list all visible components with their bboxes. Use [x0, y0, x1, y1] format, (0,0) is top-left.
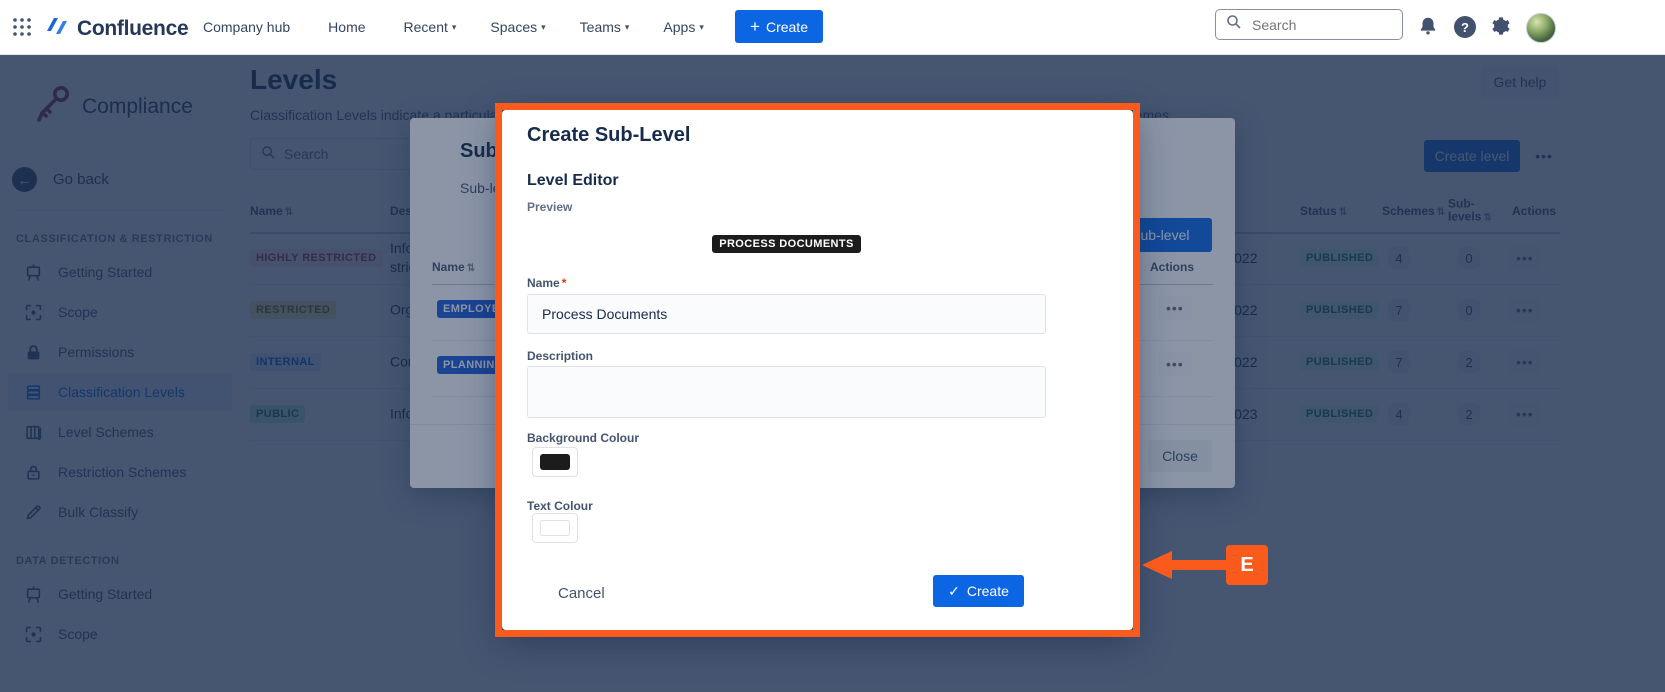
- chevron-down-icon: ▾: [541, 22, 546, 33]
- confluence-logo-text: Confluence: [77, 17, 188, 41]
- annotation-label: E: [1226, 545, 1268, 585]
- text-colour-value: [540, 520, 570, 536]
- nav-item-apps[interactable]: Apps▾: [663, 19, 703, 35]
- preview-badge: PROCESS DOCUMENTS: [712, 235, 861, 253]
- modal-title: Create Sub-Level: [527, 124, 690, 147]
- text-colour-swatch[interactable]: [532, 513, 578, 543]
- annotation-arrow-shaft: [1168, 560, 1228, 570]
- check-icon: ✓: [948, 583, 960, 600]
- settings-gear-icon[interactable]: [1490, 15, 1512, 42]
- global-search[interactable]: [1215, 9, 1403, 40]
- cancel-button[interactable]: Cancel: [550, 577, 613, 609]
- chevron-down-icon: ▾: [699, 22, 704, 33]
- nav-item-home[interactable]: Home: [328, 19, 369, 35]
- global-search-input[interactable]: [1250, 16, 1374, 34]
- nav-item-spaces[interactable]: Spaces▾: [490, 19, 545, 35]
- chevron-down-icon: ▾: [625, 22, 630, 33]
- nav-item-recent[interactable]: Recent▾: [404, 19, 457, 35]
- create-button[interactable]: + Create: [735, 10, 823, 43]
- top-nav: Confluence Company hub Home Recent▾ Spac…: [0, 0, 1665, 55]
- description-label: Description: [527, 349, 593, 363]
- plus-icon: +: [750, 17, 760, 37]
- name-input[interactable]: [527, 294, 1046, 334]
- app-switcher-icon[interactable]: [12, 17, 32, 42]
- confluence-logo-icon: [44, 13, 70, 44]
- background-colour-value: [540, 454, 570, 470]
- preview-area: PROCESS DOCUMENTS: [527, 222, 1046, 266]
- preview-label: Preview: [527, 200, 572, 214]
- background-colour-swatch[interactable]: [532, 447, 578, 477]
- chevron-down-icon: ▾: [452, 22, 457, 33]
- name-label: Name*: [527, 276, 566, 290]
- help-icon[interactable]: ?: [1454, 16, 1476, 38]
- level-editor-heading: Level Editor: [527, 172, 619, 190]
- create-sublevel-modal: Create Sub-Level Level Editor Preview PR…: [502, 110, 1133, 630]
- confluence-logo[interactable]: Confluence: [44, 13, 188, 44]
- nav-menu: Company hub Home Recent▾ Spaces▾ Teams▾ …: [203, 0, 802, 54]
- nav-item-company-hub[interactable]: Company hub: [203, 19, 294, 35]
- modal-create-button[interactable]: ✓ Create: [933, 575, 1024, 607]
- description-input[interactable]: [527, 366, 1046, 418]
- user-avatar[interactable]: [1526, 13, 1556, 43]
- background-colour-label: Background Colour: [527, 431, 639, 445]
- text-colour-label: Text Colour: [527, 499, 593, 513]
- screenshot-stage: Confluence Company hub Home Recent▾ Spac…: [0, 0, 1665, 692]
- required-asterisk: *: [562, 276, 567, 290]
- notifications-bell-icon[interactable]: [1417, 15, 1439, 42]
- search-icon: [1226, 14, 1242, 35]
- nav-item-teams[interactable]: Teams▾: [580, 19, 630, 35]
